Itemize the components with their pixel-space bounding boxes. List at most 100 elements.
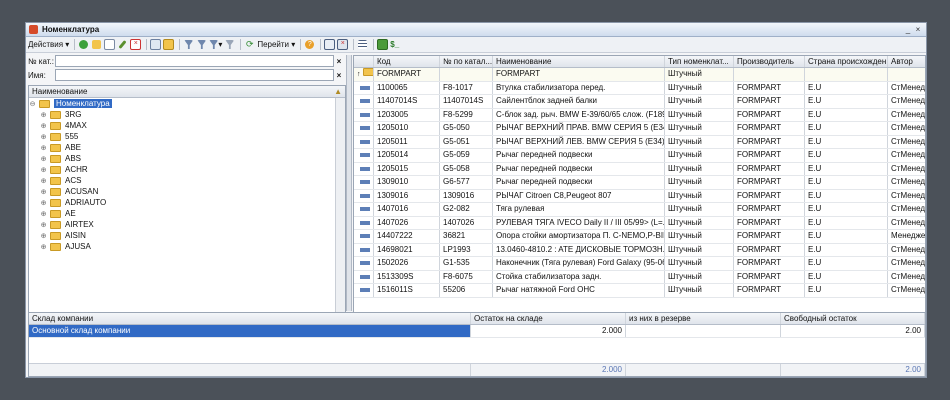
goto-label: Перейти [257,40,290,49]
filter-history-dropdown[interactable]: ▾ [209,39,222,50]
grid-col-country[interactable]: Страна происхожден... [805,56,888,67]
grid-col-name[interactable]: Наименование [493,56,665,67]
table-row[interactable]: 1309010 G6-577 Рычаг передней подвески Штуч… [354,176,925,190]
tree-node[interactable]: ⊕ AIRTEX [29,219,335,230]
prices-icon[interactable]: $_ [390,39,399,50]
tree-node[interactable]: ⊕ ACS [29,175,335,186]
cell-type: Штучный [665,230,734,243]
cell-code: 1100065 [374,81,440,94]
tree-node[interactable]: ⊕ AE [29,208,335,219]
table-row[interactable]: 14407222 36821 Опора стойки амортизатора П… [354,230,925,244]
folder-icon [50,242,61,251]
table-row[interactable]: 1407016 G2-082 Тяга рулевая Штучный FORMPART… [354,203,925,217]
expand-icon[interactable]: ⊕ [40,243,47,251]
stock-col-on-hand[interactable]: Остаток на складе [471,313,626,324]
cell-country: E.U [805,108,888,121]
report-icon[interactable] [377,39,389,50]
goto-menu[interactable]: Перейти ▾ [257,39,295,50]
add-folder-icon[interactable] [91,39,102,50]
vertical-splitter[interactable] [346,55,352,311]
table-row[interactable]: 11407014S 11407014S Сайлентблок задней бал… [354,95,925,109]
stock-col-reserved[interactable]: из них в резерве [626,313,781,324]
grid-col-catalog-number[interactable]: № по катал... [440,56,493,67]
filter-icon[interactable] [183,39,194,50]
tree-node[interactable]: ⊕ ABS [29,153,335,164]
copy-icon[interactable] [104,39,116,50]
tree-node[interactable]: ⊕ ABE [29,142,335,153]
filter-by-value-icon[interactable] [196,39,207,50]
expand-icon[interactable]: ⊕ [40,111,47,119]
folder-row[interactable]: ↑ FORMPART FORMPART Штучный [354,68,925,82]
table-row[interactable]: 1203005 F8-5299 С-блок зад. рыч. BMW E-39/… [354,108,925,122]
table-row[interactable]: 1205014 G5-059 Рычаг передней подвески Штуч… [354,149,925,163]
tree-node[interactable]: ⊕ ACUSAN [29,186,335,197]
delete-icon[interactable]: × [130,39,142,50]
cell-author: СтМенеджер02 [888,95,925,108]
code-filter-input[interactable] [55,55,334,67]
stock-col-warehouse[interactable]: Склад компании [29,313,471,324]
expand-icon[interactable]: ⊕ [40,166,47,174]
expand-icon[interactable]: ⊕ [40,122,47,130]
table-row[interactable]: 1513309S F8-6075 Стойка стабилизатора задн… [354,270,925,284]
hierarchy-icon[interactable] [150,39,162,50]
refresh-icon[interactable]: ⟳ [244,39,255,50]
tree-node[interactable]: ⊕ 555 [29,131,335,142]
cell-type: Штучный [665,189,734,202]
table-row[interactable]: 1205015 G5-058 Рычаг передней подвески Штуч… [354,162,925,176]
tree-node[interactable]: ⊕ 3RG [29,109,335,120]
expand-icon[interactable]: ⊕ [40,199,47,207]
columns-icon[interactable] [357,39,368,50]
collapse-icon[interactable]: ⊖ [29,100,36,108]
minimize-button[interactable]: _ [903,25,913,34]
name-filter-input[interactable] [55,69,334,81]
grid-col-author[interactable]: Автор [888,56,925,67]
table-row[interactable]: 14698021 LP1993 13.0460-4810.2 : ATE ДИСКО… [354,243,925,257]
tree-header[interactable]: Наименование ▲ [29,86,345,98]
add-icon[interactable] [78,39,89,50]
table-row[interactable]: 1516011S 55206 Рычаг натяжной Ford OHC Штуч… [354,284,925,298]
cell-type: Штучный [665,257,734,270]
stock-row[interactable]: Основной склад компании 2.000 2.00 [29,325,925,338]
cell-author: СтМенеджер02 [888,176,925,189]
grid-col-type[interactable]: Тип номенклат... [665,56,734,67]
stock-col-free[interactable]: Свободный остаток [781,313,925,324]
cell-type: Штучный [665,270,734,283]
expand-icon[interactable]: ⊕ [40,188,47,196]
close-button[interactable]: × [913,25,923,34]
cell-country: E.U [805,189,888,202]
expand-icon[interactable]: ⊕ [40,155,47,163]
expand-icon[interactable]: ⊕ [40,177,47,185]
tree-scrollbar[interactable] [335,98,345,312]
tree-root[interactable]: ⊖ Номенклатура [29,98,335,109]
edit-icon[interactable] [117,39,128,50]
item-icon [354,230,374,243]
tree-node[interactable]: ⊕ ADRIAUTO [29,197,335,208]
tree-node[interactable]: ⊕ 4MAX [29,120,335,131]
tree-mode-icon[interactable] [324,39,336,50]
expand-icon[interactable]: ⊕ [40,133,47,141]
tree-node[interactable]: ⊕ AISIN [29,230,335,241]
tree-node[interactable]: ⊕ ACHR [29,164,335,175]
table-row[interactable]: 1309016 1309016 РЫЧАГ Citroen C8,Peugeot 8… [354,189,925,203]
grid-col-manufacturer[interactable]: Производитель [734,56,805,67]
clear-code-filter-button[interactable]: × [334,57,344,66]
table-row[interactable]: 1100065 F8-1017 Втулка стабилизатора перед… [354,81,925,95]
expand-icon[interactable]: ⊕ [40,232,47,240]
expand-icon[interactable]: ⊕ [40,144,47,152]
help-icon[interactable]: ? [304,39,315,50]
grid-col-code[interactable]: Код [374,56,440,67]
table-row[interactable]: 1502026 G1-535 Наконечник (Тяга рулевая) F… [354,257,925,271]
expand-icon[interactable]: ⊕ [40,210,47,218]
tree-node[interactable]: ⊕ AJUSA [29,241,335,252]
table-row[interactable]: 1205010 G5-050 РЫЧАГ ВЕРХНИЙ ПРАВ. BMW СЕР… [354,122,925,136]
clear-filter-icon[interactable] [224,39,235,50]
cell-name: Рычаг натяжной Ford OHC [493,284,665,297]
list-mode-icon[interactable]: × [337,39,349,50]
table-row[interactable]: 1407026 1407026 РУЛЕВАЯ ТЯГА IVECO Daily I… [354,216,925,230]
clear-name-filter-button[interactable]: × [334,71,344,80]
cell-manufacturer: FORMPART [734,203,805,216]
table-row[interactable]: 1205011 G5-051 РЫЧАГ ВЕРХНИЙ ЛЕВ. BMW СЕРИ… [354,135,925,149]
move-to-folder-icon[interactable] [163,39,175,50]
actions-menu[interactable]: Действия ▾ [28,39,69,50]
expand-icon[interactable]: ⊕ [40,221,47,229]
